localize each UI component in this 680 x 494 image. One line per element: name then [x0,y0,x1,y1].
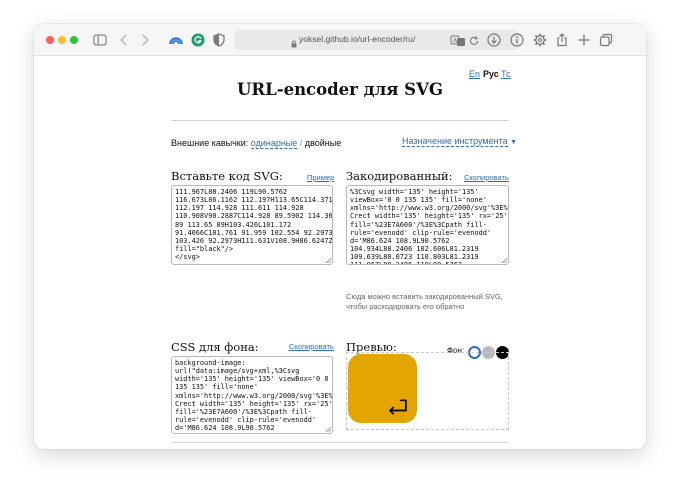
close-window-button[interactable] [46,36,54,44]
translate-icon[interactable]: A [450,34,466,46]
share-icon[interactable] [552,30,572,50]
chevron-down-icon: ▼ [510,139,518,146]
sidebar-icon[interactable] [90,30,110,50]
quotes-single-option[interactable]: одинарные [250,138,298,149]
browser-window: yoksel.github.io/url-encoder/ru/ A En Ру… [34,24,646,449]
insert-svg-label: Вставьте код SVG: [171,169,283,183]
gear-icon[interactable] [530,30,550,50]
quotes-double-option[interactable]: двойные [305,138,341,148]
reload-icon[interactable] [468,34,480,46]
lock-icon [291,35,297,48]
quotes-separator: / [299,138,303,148]
svg-input-code: 111.967L88.2406 119L90.5762 116.673L86.1… [175,188,333,262]
browser-toolbar: yoksel.github.io/url-encoder/ru/ A [34,24,646,56]
quotes-selector: Внешние кавычки: одинарные / двойные [171,138,341,149]
new-tab-icon[interactable] [574,30,594,50]
resize-grip-icon[interactable] [501,257,507,263]
address-bar[interactable]: yoksel.github.io/url-encoder/ru/ A [234,30,520,50]
lang-en-link[interactable]: En [469,69,480,79]
encoded-label: Закодированный: [346,169,453,183]
css-output[interactable]: background-image: url("data:image/svg+xm… [171,356,333,434]
lang-tt-link[interactable]: Тс [501,69,511,79]
extension-arc-icon[interactable] [166,30,186,50]
forward-icon[interactable] [135,30,155,50]
page-title: URL-encoder для SVG [237,80,443,99]
copy-encoded-link[interactable]: Скопировать [464,173,509,182]
grammarly-icon[interactable] [188,30,208,50]
preview-area [346,352,509,430]
back-icon[interactable] [114,30,134,50]
lang-ru-current: Рус [483,69,499,79]
divider-top [171,120,509,121]
download-icon[interactable] [484,30,504,50]
return-arrow-icon [388,399,407,415]
copy-css-link[interactable]: Скопировать [289,342,334,351]
tab-overview-icon[interactable] [596,30,616,50]
shield-icon[interactable] [209,30,229,50]
preview-tile [348,354,417,423]
zoom-window-button[interactable] [70,36,78,44]
quotes-label: Внешние кавычки: [171,138,249,148]
encoded-code: %3Csvg width='135' height='135' viewBox=… [350,188,509,264]
css-label: CSS для фона: [171,340,259,354]
purpose-toggle[interactable]: Назначение инструмента ▼ [402,136,518,147]
css-code: background-image: url("data:image/svg+xm… [175,359,333,433]
resize-grip-icon[interactable] [325,257,331,263]
minimize-window-button[interactable] [58,36,66,44]
encoded-hint: Сюда можно вставить закодированный SVG, … [346,292,503,311]
divider-bottom [171,442,509,443]
page-content: En Рус Тс URL-encoder для SVG Внешние ка… [34,56,646,449]
purpose-link[interactable]: Назначение инструмента [402,136,508,147]
example-link[interactable]: Пример [307,173,334,182]
svg-input[interactable]: 111.967L88.2406 119L90.5762 116.673L86.1… [171,185,333,265]
url-text: yoksel.github.io/url-encoder/ru/ [299,34,416,44]
encoded-input[interactable]: %3Csvg width='135' height='135' viewBox=… [346,185,509,265]
resize-grip-icon[interactable] [325,426,331,432]
info-icon[interactable] [507,30,527,50]
